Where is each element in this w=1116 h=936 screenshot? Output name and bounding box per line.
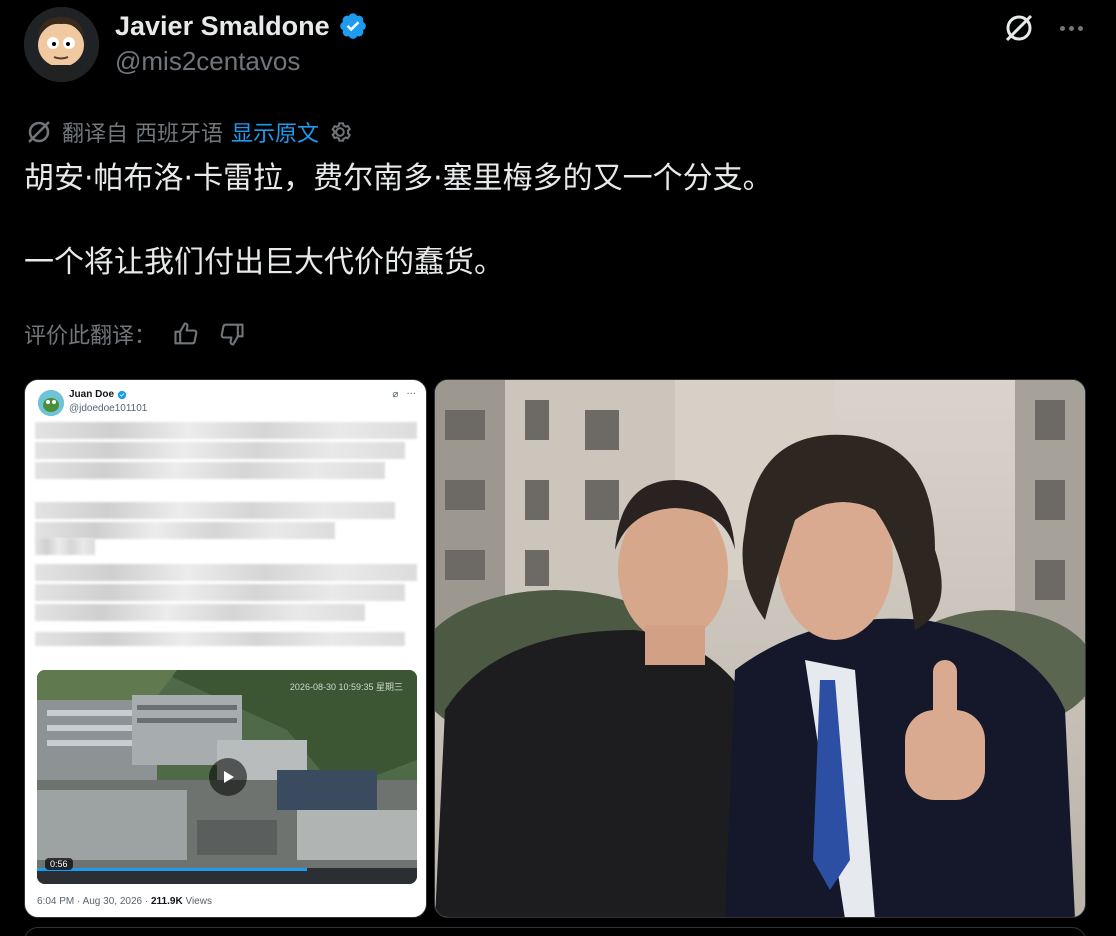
tweet-paragraph: 胡安·帕布洛·卡雷拉，费尔南多·塞里梅多的又一个分支。 xyxy=(24,161,773,196)
reply-box-edge xyxy=(24,927,1086,936)
grok-icon: ⌀ xyxy=(392,389,399,400)
translate-icon xyxy=(24,117,54,147)
embedded-views-label: Views xyxy=(182,896,212,907)
embedded-name-text: Juan Doe xyxy=(69,389,115,400)
embedded-views-count: 211.9K xyxy=(150,896,183,907)
embedded-name: Juan Doe xyxy=(69,389,127,400)
translation-bar: 翻译自 西班牙语 显示原文 xyxy=(24,116,353,148)
tweet-paragraph: 一个将让我们付出巨大代价的蠢货。 xyxy=(24,245,504,280)
media-grid: Juan Doe @jdoedoe101101 ⌀ ··· 2026-08-30… xyxy=(24,379,1086,919)
video-duration: 0:56 xyxy=(45,858,73,870)
embedded-post-image[interactable]: Juan Doe @jdoedoe101101 ⌀ ··· 2026-08-30… xyxy=(24,379,427,918)
play-icon[interactable] xyxy=(209,758,247,796)
rate-translation-label: 评价此翻译： xyxy=(24,324,157,349)
thumbs-down-icon[interactable] xyxy=(216,318,248,350)
embedded-time: 6:04 PM · Aug 30, 2026 · xyxy=(37,896,151,907)
thumbs-up-icon[interactable] xyxy=(170,318,202,350)
author-info: Javier Smaldone @mis2centavos xyxy=(115,10,368,76)
more-icon: ··· xyxy=(406,389,416,400)
author-name[interactable]: Javier Smaldone xyxy=(115,10,330,42)
verified-badge-icon xyxy=(117,390,127,399)
rate-translation: 评价此翻译： xyxy=(24,316,248,352)
embedded-avatar xyxy=(38,390,64,416)
embedded-video[interactable]: 2026-08-30 10:59:35 星期三 0:56 xyxy=(37,670,417,884)
photo-image[interactable] xyxy=(434,379,1086,918)
video-timestamp: 2026-08-30 10:59:35 星期三 xyxy=(289,682,403,692)
author-handle[interactable]: @mis2centavos xyxy=(115,46,368,76)
show-original-link[interactable]: 显示原文 xyxy=(231,116,319,148)
author-avatar[interactable] xyxy=(24,7,99,82)
embedded-icons: ⌀ ··· xyxy=(392,389,416,400)
translated-from-label: 翻译自 西班牙语 xyxy=(62,122,223,147)
more-icon[interactable] xyxy=(1052,9,1090,47)
embedded-footer: 6:04 PM · Aug 30, 2026 · 211.9K Views xyxy=(37,896,212,907)
grok-icon[interactable] xyxy=(1000,9,1038,47)
tweet-text: 胡安·帕布洛·卡雷拉，费尔南多·塞里梅多的又一个分支。 一个将让我们付出巨大代价… xyxy=(24,158,1084,284)
embedded-handle: @jdoedoe101101 xyxy=(69,403,148,414)
verified-badge-icon xyxy=(338,11,368,41)
settings-icon[interactable] xyxy=(327,119,353,145)
